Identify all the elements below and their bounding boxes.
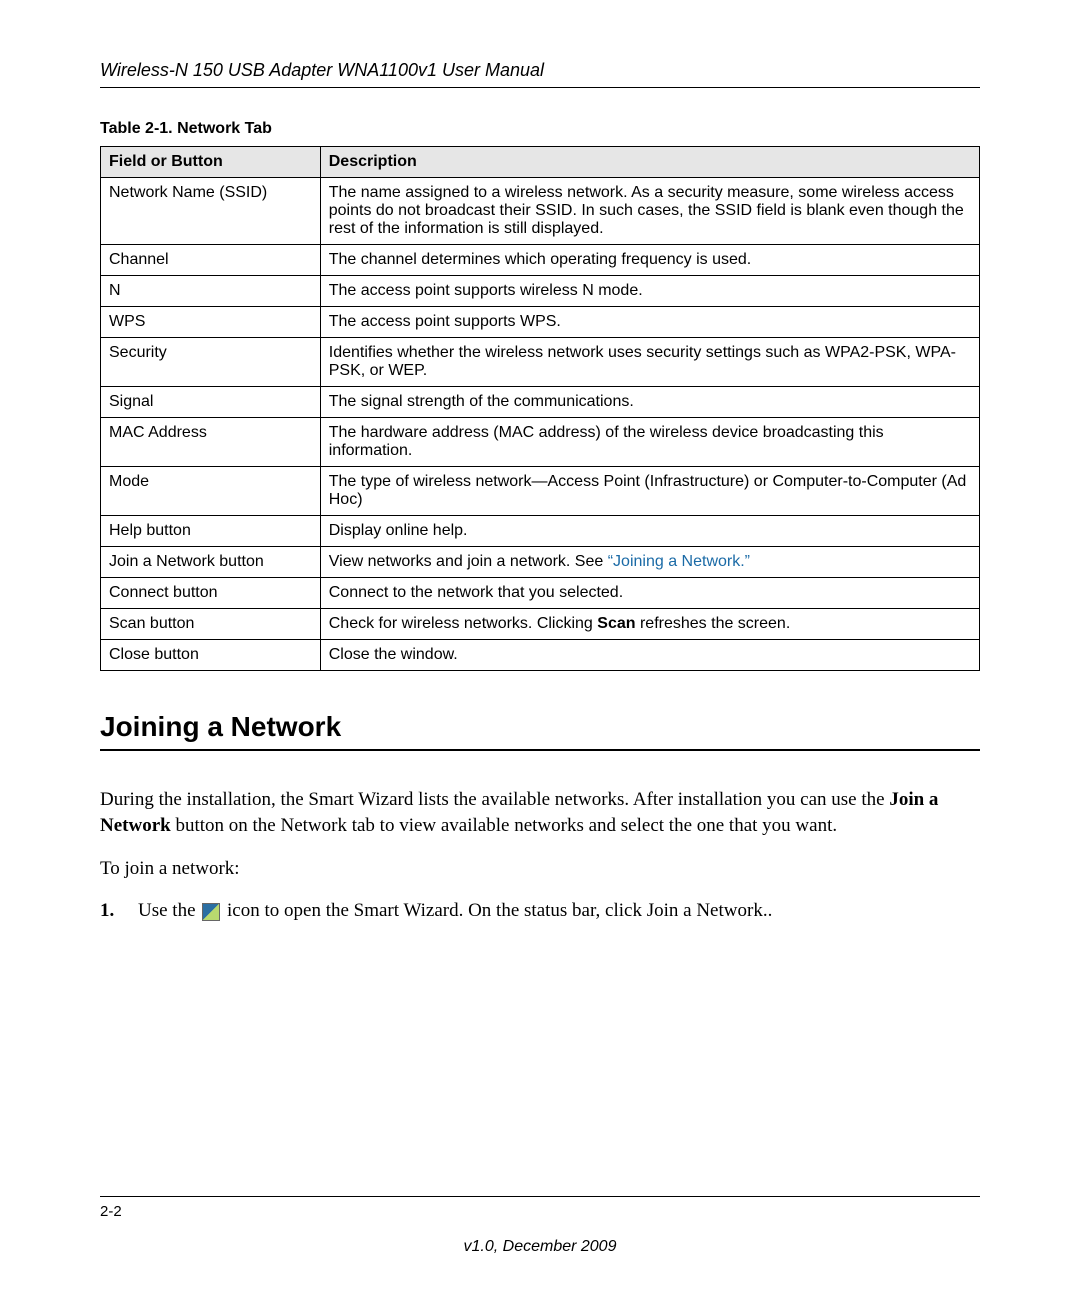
cell-field: Security bbox=[101, 338, 321, 387]
cell-field: MAC Address bbox=[101, 418, 321, 467]
step-text-mid: icon to open the Smart Wizard. On the st… bbox=[222, 900, 646, 921]
body-paragraph: To join a network: bbox=[100, 856, 980, 882]
cell-desc: The signal strength of the communication… bbox=[320, 387, 979, 418]
network-tab-table: Field or Button Description Network Name… bbox=[100, 146, 980, 671]
cell-desc: The hardware address (MAC address) of th… bbox=[320, 418, 979, 467]
steps-list: 1. Use the icon to open the Smart Wizard… bbox=[100, 900, 980, 922]
table-row: MAC Address The hardware address (MAC ad… bbox=[101, 418, 980, 467]
para-text: During the installation, the Smart Wizar… bbox=[100, 789, 889, 810]
desc-suffix: refreshes the screen. bbox=[636, 615, 791, 632]
manual-page: Wireless-N 150 USB Adapter WNA1100v1 Use… bbox=[0, 0, 1080, 1296]
cell-desc: Connect to the network that you selected… bbox=[320, 578, 979, 609]
table-header-row: Field or Button Description bbox=[101, 147, 980, 178]
cell-desc: Identifies whether the wireless network … bbox=[320, 338, 979, 387]
cell-desc: The name assigned to a wireless network.… bbox=[320, 178, 979, 245]
footer-version: v1.0, December 2009 bbox=[100, 1238, 980, 1256]
table-row: Connect button Connect to the network th… bbox=[101, 578, 980, 609]
cell-field: Join a Network button bbox=[101, 547, 321, 578]
table-row: Scan button Check for wireless networks.… bbox=[101, 609, 980, 640]
cell-field: Scan button bbox=[101, 609, 321, 640]
table-row: Close button Close the window. bbox=[101, 640, 980, 671]
table-row: Security Identifies whether the wireless… bbox=[101, 338, 980, 387]
cell-field: Channel bbox=[101, 245, 321, 276]
cell-field: Mode bbox=[101, 467, 321, 516]
cell-desc: View networks and join a network. See “J… bbox=[320, 547, 979, 578]
cell-desc: Display online help. bbox=[320, 516, 979, 547]
joining-network-link[interactable]: Joining a Network bbox=[613, 553, 740, 570]
step-text: Use the icon to open the Smart Wizard. O… bbox=[138, 900, 772, 922]
cell-field: WPS bbox=[101, 307, 321, 338]
cell-field: Close button bbox=[101, 640, 321, 671]
list-item: 1. Use the icon to open the Smart Wizard… bbox=[100, 900, 980, 922]
footer-rule bbox=[100, 1196, 980, 1197]
table-row: WPS The access point supports WPS. bbox=[101, 307, 980, 338]
cell-field: Help button bbox=[101, 516, 321, 547]
table-caption: Table 2-1. Network Tab bbox=[100, 120, 980, 138]
step-bold: Join a Network bbox=[647, 900, 763, 921]
body-paragraph: During the installation, the Smart Wizar… bbox=[100, 787, 980, 838]
page-number: 2-2 bbox=[100, 1203, 122, 1220]
cell-desc: The type of wireless network—Access Poin… bbox=[320, 467, 979, 516]
table-row: N The access point supports wireless N m… bbox=[101, 276, 980, 307]
para-text: button on the Network tab to view availa… bbox=[171, 815, 837, 836]
cell-desc: The channel determines which operating f… bbox=[320, 245, 979, 276]
table-row: Mode The type of wireless network—Access… bbox=[101, 467, 980, 516]
cell-field: Network Name (SSID) bbox=[101, 178, 321, 245]
cell-field: N bbox=[101, 276, 321, 307]
table-row: Network Name (SSID) The name assigned to… bbox=[101, 178, 980, 245]
cell-field: Connect button bbox=[101, 578, 321, 609]
cell-desc: Close the window. bbox=[320, 640, 979, 671]
table-row: Join a Network button View networks and … bbox=[101, 547, 980, 578]
table-row: Signal The signal strength of the commun… bbox=[101, 387, 980, 418]
cell-desc: The access point supports wireless N mod… bbox=[320, 276, 979, 307]
cell-field: Signal bbox=[101, 387, 321, 418]
step-text-pre: Use the bbox=[138, 900, 200, 921]
th-desc: Description bbox=[320, 147, 979, 178]
footer-row: 2-2 bbox=[100, 1203, 980, 1220]
table-row: Help button Display online help. bbox=[101, 516, 980, 547]
page-header: Wireless-N 150 USB Adapter WNA1100v1 Use… bbox=[100, 60, 980, 88]
desc-link-close-quote: .” bbox=[740, 553, 750, 570]
th-field: Field or Button bbox=[101, 147, 321, 178]
desc-prefix: Check for wireless networks. Clicking bbox=[329, 615, 598, 632]
step-text-post: .. bbox=[763, 900, 773, 921]
step-number: 1. bbox=[100, 900, 126, 922]
page-footer: 2-2 v1.0, December 2009 bbox=[100, 1196, 980, 1256]
cell-desc: The access point supports WPS. bbox=[320, 307, 979, 338]
cell-desc: Check for wireless networks. Clicking Sc… bbox=[320, 609, 979, 640]
smart-wizard-tray-icon bbox=[202, 903, 220, 921]
section-heading-joining-network: Joining a Network bbox=[100, 711, 980, 751]
desc-prefix: View networks and join a network. See bbox=[329, 553, 608, 570]
table-row: Channel The channel determines which ope… bbox=[101, 245, 980, 276]
desc-bold: Scan bbox=[597, 615, 635, 632]
